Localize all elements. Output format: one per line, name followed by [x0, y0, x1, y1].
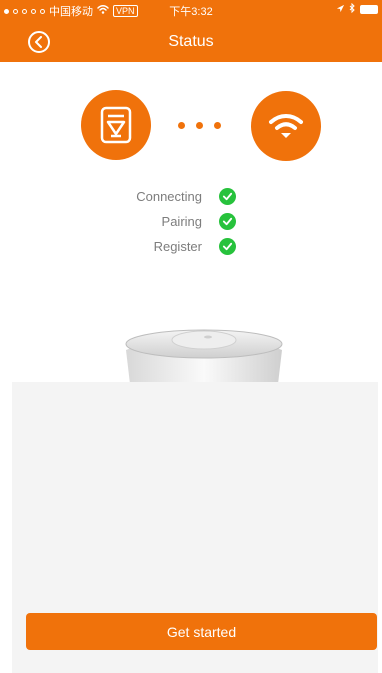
- dot: [178, 122, 185, 129]
- status-bar: 中国移动 VPN 下午3:32: [0, 0, 382, 20]
- top-bar: 中国移动 VPN 下午3:32 Status: [0, 0, 382, 62]
- status-row: Connecting: [0, 186, 382, 211]
- status-label: Register: [153, 239, 202, 254]
- status-label: Pairing: [161, 214, 202, 229]
- status-list: Connecting Pairing Register: [0, 186, 382, 261]
- dot: [214, 122, 221, 129]
- device-icon: [81, 90, 151, 160]
- check-circle-icon: [219, 238, 236, 255]
- check-circle-icon: [219, 188, 236, 205]
- battery-icon: [360, 5, 378, 14]
- bluetooth-icon: [349, 2, 356, 16]
- get-started-button[interactable]: Get started: [26, 613, 377, 650]
- status-row: Register: [0, 236, 382, 261]
- status-bar-right: [336, 2, 378, 16]
- status-label: Connecting: [136, 189, 202, 204]
- progress-dots: [178, 122, 221, 129]
- status-row: Pairing: [0, 211, 382, 236]
- check-circle-icon: [219, 213, 236, 230]
- nav-bar: Status: [0, 22, 382, 62]
- location-arrow-icon: [336, 4, 345, 16]
- device-illustration: [118, 320, 290, 384]
- dot: [196, 122, 203, 129]
- wifi-icon: [251, 91, 321, 161]
- status-bar-time: 下午3:32: [169, 6, 213, 18]
- page-title: Status: [168, 33, 214, 50]
